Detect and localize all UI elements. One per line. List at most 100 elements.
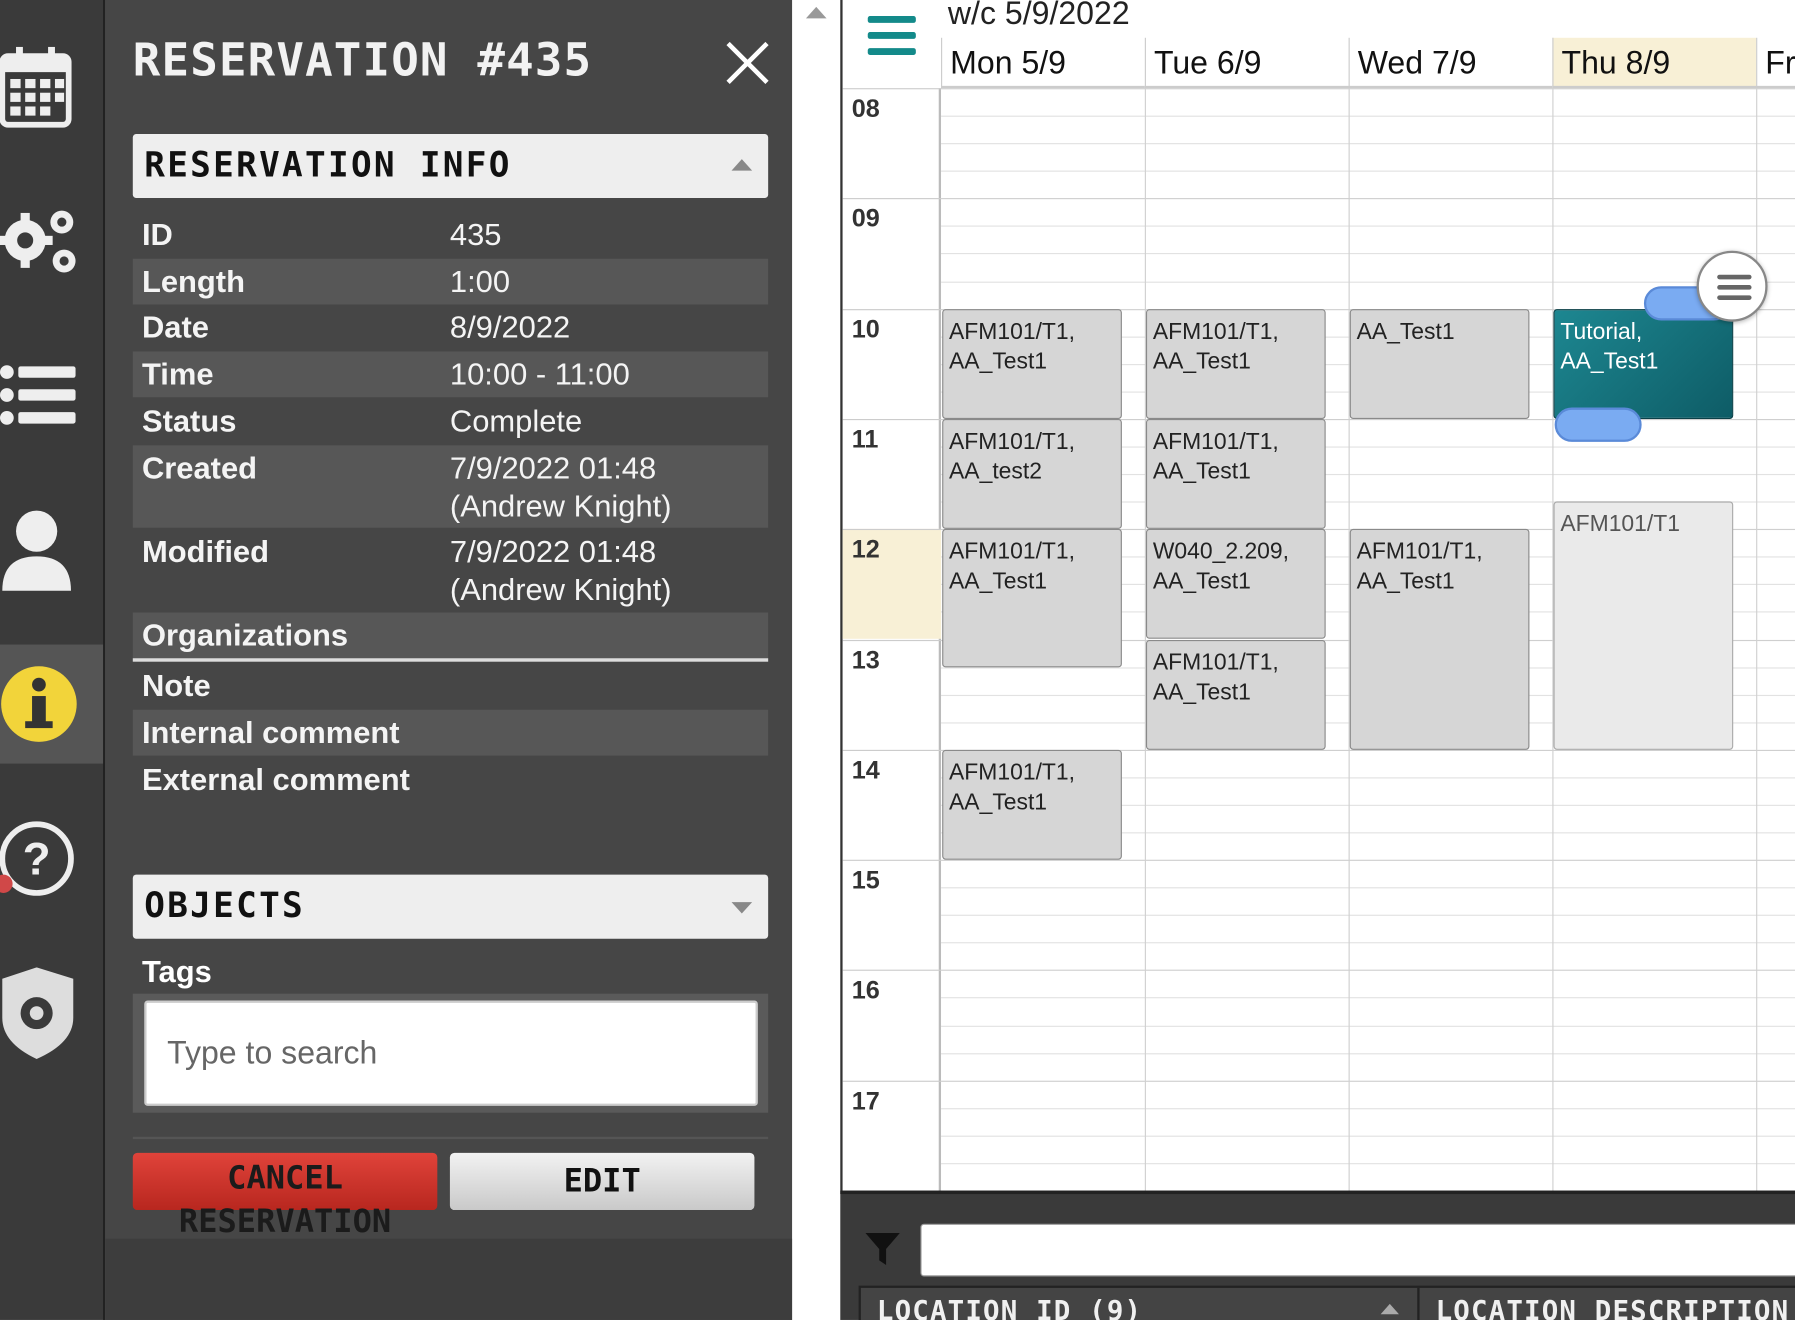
field-row-id: ID 435 (133, 213, 768, 258)
event-subtitle: AA_Test1 (949, 348, 1048, 374)
field-value: 7/9/2022 01:48 (449, 534, 657, 569)
sort-arrow-icon[interactable] (1380, 1303, 1399, 1315)
close-icon[interactable] (724, 39, 772, 87)
event-title: AFM101/T1, (949, 318, 1076, 345)
field-value: 1:00 (449, 264, 511, 299)
reservation-event[interactable]: AFM101/T1, AA_Test1 (1349, 529, 1530, 750)
grid-line (941, 887, 1795, 889)
event-title: AFM101/T1 (1560, 511, 1680, 538)
hamburger-bar (867, 48, 916, 55)
grid-line (941, 170, 1795, 172)
event-subtitle: AA_Test1 (1152, 348, 1251, 374)
time-column: 08 09 10 11 12 13 14 15 16 17 (842, 88, 942, 1191)
filter-input[interactable] (920, 1223, 1795, 1277)
reservation-event[interactable]: AFM101/T1 (1553, 501, 1734, 750)
selected-reservation-event[interactable]: Tutorial, AA_Test1 (1553, 308, 1734, 419)
settings-gears-icon[interactable] (0, 192, 103, 284)
field-value: 435 (449, 217, 502, 252)
reservation-event[interactable]: AA_Test1 (1349, 308, 1530, 419)
field-label: Created (141, 451, 258, 486)
day-header[interactable]: Tue 6/9 (1144, 37, 1349, 89)
help-icon[interactable]: ? (0, 813, 103, 905)
grid-line (941, 1025, 1795, 1027)
edit-button[interactable]: EDIT (449, 1152, 755, 1211)
grid-line (941, 253, 1795, 255)
week-calendar: w/c 5/9/2022 Mon 5/9 Tue 6/9 Wed 7/9 Thu… (840, 0, 1795, 1191)
reservation-event[interactable]: AFM101/T1, AA_Test1 (1145, 418, 1326, 530)
event-subtitle: AA_Test1 (1560, 348, 1659, 374)
reservation-event[interactable]: AFM101/T1, AA_Test1 (942, 308, 1122, 419)
column-divider (1417, 1287, 1420, 1320)
calendar-icon[interactable] (0, 34, 103, 137)
field-label: Status (141, 404, 237, 439)
event-options-button[interactable] (1696, 250, 1768, 322)
user-icon[interactable] (0, 504, 103, 596)
reservation-event[interactable]: AFM101/T1, AA_Test1 (1145, 639, 1326, 750)
hamburger-icon (1717, 274, 1752, 280)
cancel-reservation-button[interactable]: CANCEL RESERVATION (132, 1152, 438, 1239)
reservation-event[interactable]: AFM101/T1, AA_Test1 (942, 529, 1122, 667)
field-row-status: Status Complete (133, 398, 768, 444)
event-subtitle: AA_Test1 (949, 789, 1048, 815)
hour-label: 13 (842, 639, 942, 749)
tags-label: Tags (141, 954, 212, 990)
close-button[interactable] (724, 39, 772, 87)
event-title: AFM101/T1, (1152, 649, 1279, 675)
event-subtitle: AA_Test1 (1152, 569, 1251, 595)
field-label: Organizations (141, 618, 349, 653)
reservation-info-section-toggle[interactable]: RESERVATION INFO (132, 133, 769, 199)
column-header-location-description[interactable]: LOCATION DESCRIPTION (1436, 1295, 1790, 1320)
field-value: Complete (449, 404, 583, 439)
field-row-organizations: Organizations (132, 612, 769, 662)
calendar-menu-button[interactable] (867, 16, 916, 60)
grid-line (941, 1135, 1795, 1137)
scroll-gutter (792, 0, 841, 1320)
tags-container (132, 993, 769, 1113)
reservation-event[interactable]: AFM101/T1, AA_Test1 (942, 749, 1122, 860)
objects-section-toggle[interactable]: OBJECTS (132, 874, 769, 939)
field-value: 10:00 - 11:00 (449, 357, 630, 392)
grid-line (941, 225, 1795, 228)
week-label: w/c 5/9/2022 (947, 0, 1130, 31)
day-divider (1144, 88, 1146, 1191)
day-header-today[interactable]: Thu 8/9 (1552, 37, 1757, 89)
admin-shield-icon[interactable] (0, 964, 103, 1062)
cancel-label-line2: RESERVATION (178, 1202, 392, 1240)
scroll-up-arrow-icon[interactable] (805, 6, 827, 19)
hour-label: 08 (842, 88, 942, 198)
day-header[interactable]: Mon 5/9 (941, 37, 1145, 89)
grid-line (941, 997, 1795, 999)
field-label: Time (141, 357, 214, 392)
list-icon[interactable] (0, 349, 103, 441)
day-header[interactable]: Wed 7/9 (1348, 37, 1553, 89)
event-title: AFM101/T1, (1152, 429, 1279, 455)
reservation-event[interactable]: W040_2.209, AA_Test1 (1145, 529, 1326, 640)
tags-search-input[interactable] (144, 1000, 758, 1106)
field-row-modified: Modified 7/9/2022 01:48 (Andrew Knight) (133, 529, 768, 611)
calendar-grid[interactable]: AFM101/T1, AA_Test1 AFM101/T1, AA_test2 AFM1… (941, 88, 1795, 1191)
hour-label: 09 (842, 198, 942, 308)
field-value: 8/9/2022 (449, 310, 571, 345)
field-value-author: (Andrew Knight) (449, 572, 672, 607)
filter-icon[interactable] (863, 1228, 902, 1267)
info-icon[interactable] (0, 644, 104, 764)
day-header[interactable]: Fri (1756, 37, 1795, 89)
hour-label: 14 (842, 749, 942, 860)
field-label: ID (141, 217, 173, 252)
field-label: Note (141, 668, 211, 703)
divider (132, 1136, 769, 1140)
hour-label: 10 (842, 308, 942, 419)
resize-handle-bottom[interactable] (1554, 407, 1642, 442)
field-row-internal-comment: Internal comment (132, 709, 769, 756)
reservation-event[interactable]: AFM101/T1, AA_test2 (942, 418, 1122, 530)
field-row-created: Created 7/9/2022 01:48 (Andrew Knight) (132, 445, 769, 528)
field-label: Date (141, 310, 209, 345)
hour-label: 16 (842, 970, 942, 1080)
grid-line (941, 281, 1795, 283)
collapse-arrow-icon (731, 159, 753, 171)
reservation-event[interactable]: AFM101/T1, AA_Test1 (1145, 308, 1326, 419)
event-title: AA_Test1 (1356, 318, 1455, 345)
event-subtitle: AA_Test1 (1152, 458, 1251, 485)
column-header-location-id[interactable]: LOCATION ID (9) (877, 1295, 1142, 1320)
grid-line (941, 88, 1795, 90)
